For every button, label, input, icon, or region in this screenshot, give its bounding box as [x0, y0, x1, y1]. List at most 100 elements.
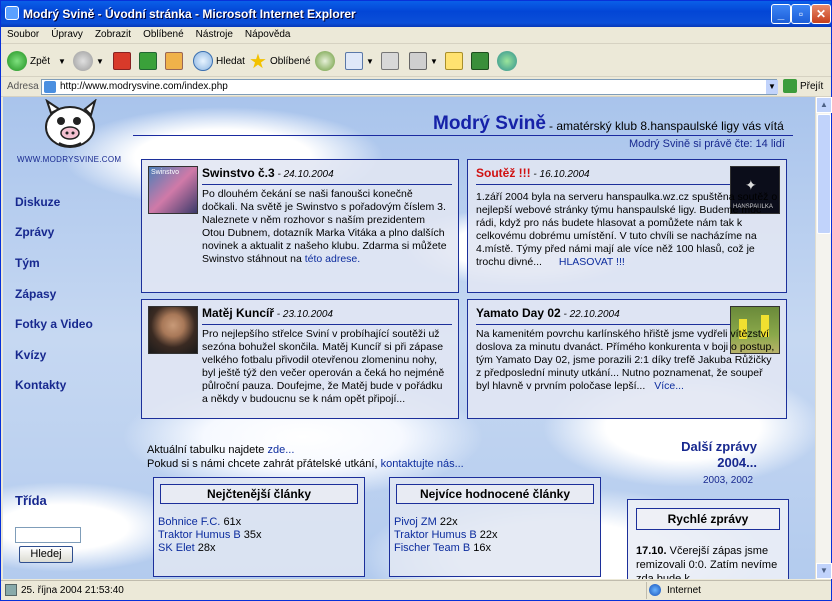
edit-button[interactable]: ▼ [409, 49, 438, 73]
article-title: Matěj Kuncíř - 23.10.2004 [202, 306, 333, 320]
menu-file[interactable]: Soubor [1, 27, 45, 40]
close-button[interactable]: ✕ [811, 4, 831, 24]
list-item[interactable]: Traktor Humus B 22x [394, 529, 498, 542]
page-icon [44, 81, 56, 93]
nav-kvizy[interactable]: Kvízy [15, 348, 46, 362]
site-subtitle: - amatérský klub 8.hanspaulské ligy vás … [549, 119, 784, 133]
scroll-down-icon[interactable]: ▼ [816, 563, 832, 579]
article-link-download[interactable]: této adrese. [305, 253, 360, 265]
status-text: 25. října 2004 21:53:40 [21, 585, 124, 596]
go-button[interactable]: Přejít [783, 79, 823, 93]
stop-button[interactable] [113, 49, 134, 73]
refresh-button[interactable] [139, 49, 160, 73]
window-title: Modrý Svině - Úvodní stránka - Microsoft… [23, 7, 356, 21]
nav-diskuze[interactable]: Diskuze [15, 195, 60, 209]
stop-icon [113, 52, 131, 70]
nav-zapasy[interactable]: Zápasy [15, 287, 56, 301]
title-bar[interactable]: Modrý Svině - Úvodní stránka - Microsoft… [1, 1, 831, 27]
menu-bar: Soubor Úpravy Zobrazit Oblíbené Nástroje Nápo… [1, 27, 831, 70]
page-content: WWW.MODRYSVINE.COM Diskuze Zprávy Tým Zá… [3, 97, 815, 579]
article-title: Swinstvo č.3 - 24.10.2004 [202, 166, 334, 180]
list-item[interactable]: Bohnice F.C. 61x [158, 516, 262, 529]
menu-view[interactable]: Zobrazit [89, 27, 137, 40]
mail-button[interactable]: ▼ [345, 49, 374, 73]
quick-news-text: 17.10. Včerejší zápas jsme remizovali 0:… [636, 545, 778, 579]
page-status-icon [5, 584, 17, 596]
most-read-list: Bohnice F.C. 61x Traktor Humus B 35x SK … [158, 516, 262, 555]
most-read-panel: Nejčtenější články Bohnice F.C. 61x Trak… [153, 477, 365, 577]
quick-news-panel: Rychlé zprávy 17.10. Včerejší zápas jsme… [627, 499, 789, 579]
ie-icon [5, 6, 19, 20]
messenger-button[interactable] [497, 49, 520, 73]
toolbar: Zpět ▼ ▼ Hledat ★ Oblíbené ▼ ▼ [1, 45, 831, 77]
article-body: Pro nejlepšího střelce Sviní v probíhají… [202, 328, 445, 405]
minimize-button[interactable]: _ [771, 4, 791, 24]
browser-window: Modrý Svině - Úvodní stránka - Microsoft… [0, 0, 832, 601]
security-zone: Internet [646, 582, 701, 599]
list-item[interactable]: Fischer Team B 16x [394, 542, 498, 555]
address-label: Adresa [7, 81, 39, 92]
info-text: Aktuální tabulku najdete zde... Pokud si… [147, 444, 464, 470]
menu-edit[interactable]: Úpravy [45, 27, 89, 40]
history-icon [315, 51, 335, 71]
search-button[interactable]: Hledat [193, 49, 245, 73]
contact-link[interactable]: kontaktujte nás... [381, 458, 464, 470]
swinstvo-thumbnail[interactable]: Swinstvo [148, 166, 198, 214]
quick-news-title: Rychlé zprávy [636, 508, 780, 530]
address-dropdown-chevron-down-icon[interactable]: ▼ [766, 80, 778, 94]
vertical-scrollbar[interactable]: ▲ ▼ [815, 97, 832, 579]
address-input[interactable]: http://www.modrysvine.com/index.php [41, 79, 777, 95]
nav-fotky-video[interactable]: Fotky a Video [15, 317, 93, 331]
messenger-icon [497, 51, 517, 71]
print-button[interactable] [381, 49, 402, 73]
more-news-link[interactable]: Další zprávy 2004... [669, 439, 757, 471]
home-icon [165, 52, 183, 70]
address-bar: Adresa http://www.modrysvine.com/index.p… [1, 77, 831, 97]
forward-button[interactable]: ▼ [73, 49, 104, 73]
list-item[interactable]: Pivoj ZM 22x [394, 516, 498, 529]
go-arrow-icon [783, 79, 797, 93]
list-item[interactable]: Traktor Humus B 35x [158, 529, 262, 542]
nav-kontakty[interactable]: Kontakty [15, 378, 66, 392]
title-divider [133, 135, 793, 136]
search-icon [193, 51, 213, 71]
history-button[interactable] [315, 49, 338, 73]
scroll-up-icon[interactable]: ▲ [816, 97, 832, 113]
trida-label: Třída [15, 493, 47, 508]
article-soutez: ✦ HANSPAULKA Soutěž !!! - 16.10.2004 1.z… [467, 159, 787, 293]
menu-help[interactable]: Nápověda [239, 27, 297, 40]
trida-search-input[interactable] [15, 527, 81, 543]
scroll-thumb[interactable] [817, 114, 831, 234]
status-bar: 25. října 2004 21:53:40 Internet [1, 580, 831, 600]
back-button[interactable]: Zpět ▼ [7, 49, 66, 73]
home-button[interactable] [165, 49, 186, 73]
menu-favorites[interactable]: Oblíbené [137, 27, 190, 40]
mail-icon [345, 52, 363, 70]
more-news-years[interactable]: 2003, 2002 [703, 475, 753, 486]
top-rated-list: Pivoj ZM 22x Traktor Humus B 22x Fischer… [394, 516, 498, 555]
menu-tools[interactable]: Nástroje [190, 27, 239, 40]
list-item[interactable]: SK Elet 28x [158, 542, 262, 555]
research-icon [471, 52, 489, 70]
matej-kuncir-photo[interactable] [148, 306, 198, 354]
site-title: Modrý Svině [433, 113, 546, 134]
vote-link[interactable]: HLASOVAT !!! [559, 256, 625, 268]
print-icon [381, 52, 399, 70]
nav-zpravy[interactable]: Zprávy [15, 225, 54, 239]
logo-text: WWW.MODRYSVINE.COM [17, 155, 122, 164]
nav-tym[interactable]: Tým [15, 256, 40, 270]
article-swinstvo: Swinstvo Swinstvo č.3 - 24.10.2004 Po dl… [141, 159, 459, 293]
more-link[interactable]: Více... [654, 380, 684, 392]
search-submit-button[interactable]: Hledej [19, 546, 73, 563]
notes-button[interactable] [445, 49, 466, 73]
pig-logo-icon [45, 99, 97, 148]
most-read-title: Nejčtenější články [160, 484, 358, 504]
research-button[interactable] [471, 49, 492, 73]
star-icon: ★ [249, 50, 267, 73]
address-url: http://www.modrysvine.com/index.php [60, 81, 228, 92]
maximize-button[interactable]: ▫ [791, 4, 811, 24]
article-matej-kuncir: Matěj Kuncíř - 23.10.2004 Pro nejlepšího… [141, 299, 459, 419]
favorites-button[interactable]: ★ Oblíbené [249, 49, 311, 73]
article-body: Po dlouhém čekání se naši fanoušci koneč… [202, 188, 447, 265]
table-link[interactable]: zde... [267, 444, 294, 456]
